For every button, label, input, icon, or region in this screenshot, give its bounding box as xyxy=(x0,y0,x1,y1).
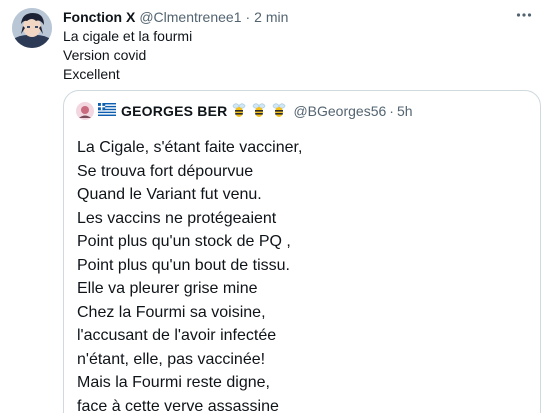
poem-line: Point plus qu'un stock de PQ , xyxy=(77,233,291,250)
poem-line: Quand le Variant fut venu. xyxy=(77,186,262,203)
tweet-text-line: Version covid xyxy=(63,47,147,63)
separator-dot: · xyxy=(389,103,394,119)
bee-icon xyxy=(267,102,287,121)
bee-icon xyxy=(247,102,267,121)
poem-line: La Cigale, s'étant faite vacciner, xyxy=(77,139,303,156)
more-horizontal-icon[interactable] xyxy=(512,6,536,26)
poem-line: Les vaccins ne protégeaient xyxy=(77,209,277,227)
tweet-text-line: La cigale et la fourmi xyxy=(63,28,193,44)
poem-line: Mais la Fourmi reste digne, xyxy=(77,374,270,391)
quoted-tweet[interactable]: GEORGES BER @BGeorges56 · 5h La Cigale, … xyxy=(63,90,541,413)
poem-line: face à cette verve assassine xyxy=(77,397,279,413)
quoted-timestamp[interactable]: 5h xyxy=(397,103,413,119)
user-handle[interactable]: @Clmentrenee1 xyxy=(139,8,241,26)
quoted-user-handle[interactable]: @BGeorges56 xyxy=(293,103,386,119)
tweet[interactable]: Fonction X @Clmentrenee1 · 2 min La ciga… xyxy=(0,0,550,413)
quoted-tweet-header: GEORGES BER @BGeorges56 · 5h xyxy=(76,101,413,121)
avatar-image xyxy=(12,8,52,48)
greece-flag-icon xyxy=(98,103,121,119)
poem-line: n'étant, elle, pas vaccinée! xyxy=(77,350,266,368)
poem-line: Elle va pleurer grise mine xyxy=(77,280,258,297)
poem-line: Point plus qu'un bout de tissu. xyxy=(77,256,290,274)
bee-icon xyxy=(227,102,247,121)
tweet-header: Fonction X @Clmentrenee1 · 2 min xyxy=(63,8,536,26)
quoted-display-name[interactable]: GEORGES BER xyxy=(121,103,227,119)
tweet-text-line: Excellent xyxy=(63,66,120,82)
quoted-tweet-text: La Cigale, s'étant faite vacciner, Se tr… xyxy=(77,136,302,413)
timestamp[interactable]: 2 min xyxy=(254,8,288,26)
display-name[interactable]: Fonction X xyxy=(63,8,135,26)
poem-line: l'accusant de l'avoir infectée xyxy=(77,327,277,344)
separator-dot: · xyxy=(245,9,251,25)
user-avatar[interactable] xyxy=(12,8,52,48)
tweet-text: La cigale et la fourmi Version covid Exc… xyxy=(63,27,192,84)
poem-line: Se trouva fort dépourvue xyxy=(77,162,254,180)
poem-line: Chez la Fourmi sa voisine, xyxy=(77,303,266,321)
quoted-user-avatar xyxy=(76,102,94,120)
